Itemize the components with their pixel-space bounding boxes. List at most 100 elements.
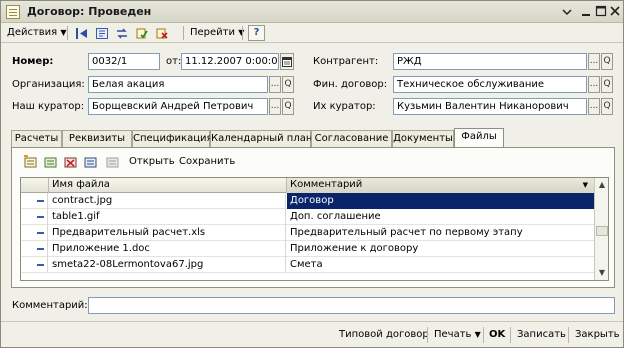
- print-label: Печать: [434, 329, 472, 340]
- sort-arrow-icon: ▼: [582, 181, 588, 189]
- dropdown-arrow-icon: ▼: [474, 330, 481, 339]
- disabled-action-button[interactable]: [105, 155, 121, 169]
- organization-label: Организация:: [12, 79, 85, 90]
- actions-menu[interactable]: Действия ▼: [7, 25, 67, 41]
- open-file-button[interactable]: Открыть: [129, 155, 175, 169]
- column-header-filename[interactable]: Имя файла: [49, 178, 287, 193]
- their-curator-open-button[interactable]: Q: [601, 98, 613, 115]
- add-file-button[interactable]: [23, 155, 39, 169]
- close-icon: [610, 6, 620, 16]
- files-table: Имя файла Комментарий ▼ contract.jpg Дог…: [20, 177, 609, 281]
- comment-field[interactable]: [88, 297, 615, 314]
- goto-menu[interactable]: Перейти ▼: [190, 25, 244, 41]
- number-label: Номер:: [12, 56, 54, 67]
- movements-button[interactable]: [113, 25, 130, 41]
- date-label: от:: [166, 56, 182, 67]
- file-name-cell[interactable]: Предварительный расчет.xls: [49, 225, 286, 241]
- file-comment-cell[interactable]: Доп. соглашение: [287, 209, 595, 225]
- row-marker-icon: [37, 216, 44, 218]
- number-field[interactable]: 0032/1: [88, 53, 160, 70]
- maximize-icon: [595, 5, 607, 17]
- calendar-icon: [282, 57, 292, 67]
- tab-details[interactable]: Реквизиты: [62, 130, 132, 147]
- close-form-button[interactable]: Закрыть: [575, 328, 620, 343]
- file-name-cell[interactable]: Приложение 1.doc: [49, 241, 286, 257]
- file-comment-cell[interactable]: Смета: [287, 257, 595, 273]
- file-comment-cell[interactable]: Предварительный расчет по первому этапу: [287, 225, 595, 241]
- write-button[interactable]: Записать: [517, 328, 566, 343]
- row-marker: [21, 225, 48, 241]
- save-file-button[interactable]: Сохранить: [179, 155, 235, 169]
- table-row[interactable]: Приложение 1.doc Приложение к договору: [21, 241, 595, 257]
- typical-contract-button[interactable]: Типовой договор: [339, 328, 429, 343]
- row-marker: [21, 241, 48, 257]
- edit-file-button[interactable]: [83, 155, 99, 169]
- fin-contract-field[interactable]: Техническое обслуживание: [393, 76, 587, 93]
- search-icon: Q: [603, 101, 611, 111]
- go-back-button[interactable]: [73, 25, 90, 41]
- date-field[interactable]: 11.12.2007 0:00:00: [181, 53, 279, 70]
- contractor-open-button[interactable]: Q: [601, 53, 613, 70]
- arrow-left-icon: [76, 28, 87, 39]
- file-name-cell[interactable]: contract.jpg: [49, 193, 286, 209]
- contractor-select-button[interactable]: ...: [588, 53, 600, 70]
- tab-files[interactable]: Файлы: [454, 128, 504, 148]
- tab-documents[interactable]: Документы: [392, 130, 454, 147]
- row-marker-icon: [37, 264, 44, 266]
- vertical-scrollbar[interactable]: ▲ ▼: [594, 178, 608, 280]
- post-document-button[interactable]: [133, 25, 150, 41]
- our-curator-field[interactable]: Борщевский Андрей Петрович: [88, 98, 268, 115]
- tab-specification[interactable]: Спецификация: [132, 130, 213, 147]
- table-header-marker: [21, 178, 49, 193]
- search-icon: Q: [603, 79, 611, 89]
- bottom-divider: [568, 327, 569, 343]
- column-header-comment-label: Комментарий: [290, 179, 363, 190]
- our-curator-open-button[interactable]: Q: [282, 98, 294, 115]
- help-window-button[interactable]: [559, 4, 575, 19]
- delete-file-button[interactable]: [63, 155, 79, 169]
- row-marker-icon: [37, 232, 44, 234]
- contractor-field[interactable]: РЖД: [393, 53, 587, 70]
- their-curator-field[interactable]: Кузьмин Валентин Никанорович: [393, 98, 587, 115]
- calendar-button[interactable]: [280, 53, 294, 70]
- scrollbar-thumb[interactable]: [596, 226, 608, 236]
- table-row[interactable]: contract.jpg Договор: [21, 193, 595, 209]
- fin-contract-open-button[interactable]: Q: [601, 76, 613, 93]
- table-row[interactable]: Предварительный расчет.xls Предварительн…: [21, 225, 595, 241]
- print-menu[interactable]: Печать ▼: [434, 328, 481, 343]
- close-button[interactable]: [607, 4, 623, 19]
- tab-approval[interactable]: Согласование: [311, 130, 392, 147]
- search-icon: Q: [284, 101, 292, 111]
- add-row-icon: [24, 155, 37, 168]
- our-curator-select-button[interactable]: ...: [269, 98, 281, 115]
- organization-open-button[interactable]: Q: [282, 76, 294, 93]
- help-button[interactable]: ?: [248, 25, 265, 41]
- toolbar-divider: [242, 26, 243, 40]
- file-name-cell[interactable]: smeta22-08Lermontova67.jpg: [49, 257, 286, 273]
- post-document-icon: [136, 28, 148, 39]
- column-header-comment[interactable]: Комментарий ▼: [287, 178, 595, 193]
- ellipsis-icon: ...: [589, 101, 599, 111]
- document-icon: [6, 5, 20, 19]
- organization-select-button[interactable]: ...: [269, 76, 281, 93]
- ok-button[interactable]: OK: [489, 328, 505, 343]
- minimize-button[interactable]: [578, 4, 594, 19]
- their-curator-select-button[interactable]: ...: [588, 98, 600, 115]
- grayed-table-icon: [106, 157, 119, 168]
- unpost-document-button[interactable]: [153, 25, 170, 41]
- scroll-up-icon[interactable]: ▲: [596, 179, 608, 191]
- tab-schedule[interactable]: Календарный план: [210, 130, 312, 147]
- file-comment-cell[interactable]: Договор: [287, 193, 595, 209]
- table-row[interactable]: table1.gif Доп. соглашение: [21, 209, 595, 225]
- toolbar-divider: [67, 26, 68, 40]
- ellipsis-icon: ...: [589, 79, 599, 89]
- scroll-down-icon[interactable]: ▼: [596, 267, 608, 279]
- table-row[interactable]: smeta22-08Lermontova67.jpg Смета: [21, 257, 595, 273]
- fin-contract-select-button[interactable]: ...: [588, 76, 600, 93]
- tab-calculations[interactable]: Расчеты: [11, 130, 62, 147]
- copy-file-button[interactable]: [43, 155, 59, 169]
- file-comment-cell[interactable]: Приложение к договору: [287, 241, 595, 257]
- organization-field[interactable]: Белая акация: [88, 76, 268, 93]
- file-name-cell[interactable]: table1.gif: [49, 209, 286, 225]
- structure-button[interactable]: [93, 25, 110, 41]
